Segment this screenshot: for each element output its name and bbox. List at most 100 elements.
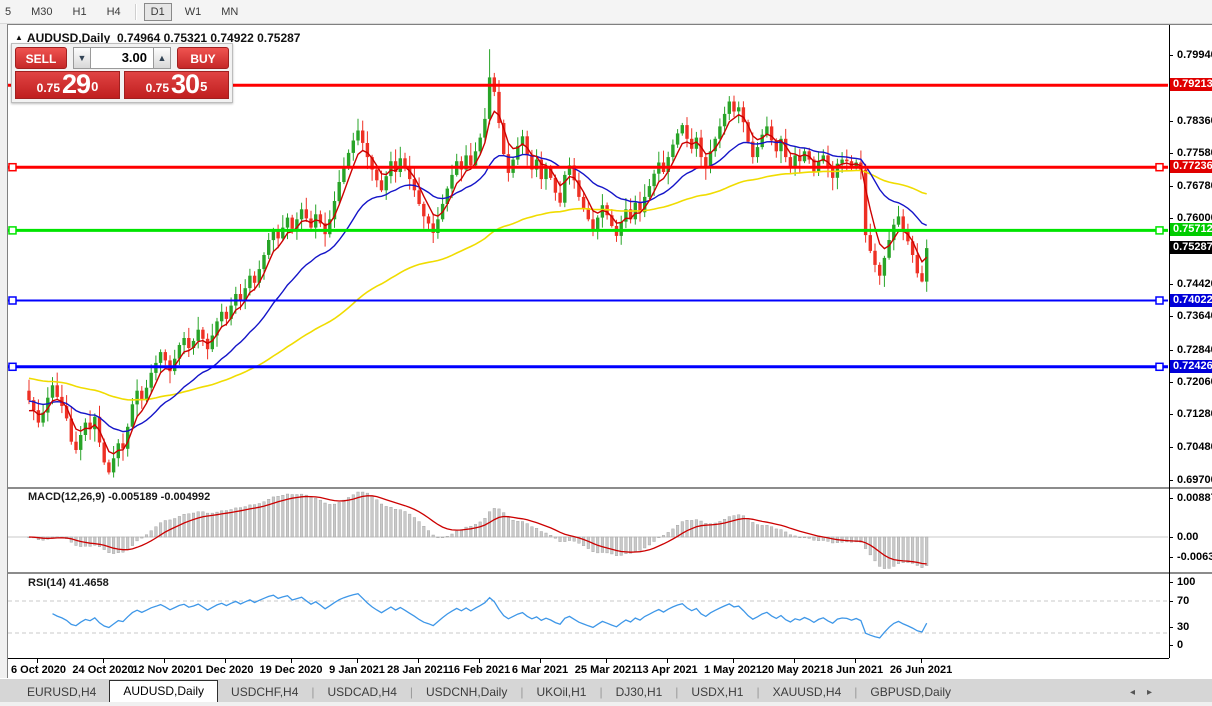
time-axis-tick — [225, 659, 226, 663]
time-axis-date-label: 8 Jun 2021 — [826, 664, 884, 676]
rsi-axis-label: 100 — [1177, 576, 1196, 588]
chart-window: ▲ AUDUSD,Daily 0.74964 0.75321 0.74922 0.… — [7, 24, 1212, 679]
price-axis-tick-label: 0.73640 — [1177, 310, 1212, 322]
time-axis-tick — [606, 659, 607, 663]
time-axis-date-label: 26 Jun 2021 — [889, 664, 953, 676]
price-axis-tick-label: 0.72840 — [1177, 344, 1212, 356]
time-axis-tick — [855, 659, 856, 663]
macd-label: MACD(12,26,9) -0.005189 -0.004992 — [28, 491, 211, 503]
hline-price-label: 0.77236 — [1170, 160, 1212, 173]
time-axis-tick — [103, 659, 104, 663]
buy-price[interactable]: 0.75 30 5 — [124, 71, 229, 99]
symbol-arrow-icon: ▲ — [15, 33, 23, 42]
hline-price-label: 0.72426 — [1170, 360, 1212, 373]
one-click-trade-panel: SELL ▼ 3.00 ▲ BUY 0.75 29 0 0.75 30 5 — [11, 43, 233, 103]
time-axis-date-label: 28 Jan 2021 — [387, 664, 449, 676]
volume-decrease-button[interactable]: ▼ — [73, 47, 91, 69]
price-axis-tick-label: 0.76000 — [1177, 212, 1212, 224]
bottom-strip — [0, 702, 1212, 706]
sell-button[interactable]: SELL — [15, 47, 67, 69]
toolbar-separator — [134, 3, 137, 20]
sell-price[interactable]: 0.75 29 0 — [15, 71, 120, 99]
timeframe-button-d1[interactable]: D1 — [143, 2, 172, 21]
time-axis-tick — [667, 659, 668, 663]
price-axis-tick-label: 0.78360 — [1177, 115, 1212, 127]
macd-axis-label: 0.008871 — [1177, 492, 1212, 504]
time-axis[interactable]: 6 Oct 2020 24 Oct 2020 12 Nov 2020 1 Dec 20… — [8, 658, 1212, 678]
price-axis-tick-label: 0.72060 — [1177, 376, 1212, 388]
time-axis-date-label: 20 May 2021 — [761, 664, 827, 676]
timeframe-button-mn[interactable]: MN — [214, 3, 245, 21]
time-axis-tick — [164, 659, 165, 663]
timeframe-button-m30[interactable]: M30 — [24, 3, 59, 21]
macd-axis-label: -0.00632 — [1177, 551, 1212, 563]
tab-scroll-left-icon[interactable]: ◂ — [1130, 687, 1147, 698]
tab-gbpusd-daily[interactable]: GBPUSD,Daily — [857, 682, 964, 703]
timeframe-button-h4[interactable]: H4 — [100, 3, 128, 21]
tab-usdcnh-daily[interactable]: USDCNH,Daily — [413, 682, 520, 703]
tab-scroll-arrows: ◂▸ — [1130, 687, 1164, 703]
rsi-axis-label: 70 — [1177, 595, 1190, 607]
timeframe-button-5[interactable]: 5 — [0, 3, 18, 21]
time-axis-tick — [357, 659, 358, 663]
time-axis-tick — [540, 659, 541, 663]
time-axis-date-label: 13 Apr 2021 — [636, 664, 698, 676]
price-axis-tick-label: 0.76780 — [1177, 180, 1212, 192]
timeframe-toolbar: 5 M30 H1 H4 D1 W1 MN — [0, 0, 1212, 24]
sell-price-big: 29 — [62, 69, 91, 99]
volume-field[interactable]: 3.00 — [91, 47, 153, 69]
time-axis-tick — [733, 659, 734, 663]
time-axis-tick — [37, 659, 38, 663]
buy-button[interactable]: BUY — [177, 47, 229, 69]
time-axis-tick — [794, 659, 795, 663]
tab-ukoil-h1[interactable]: UKOil,H1 — [523, 682, 599, 703]
time-axis-date-label: 6 Mar 2021 — [511, 664, 569, 676]
current-price-label: 0.75287 — [1170, 241, 1212, 254]
time-axis-date-label: 1 May 2021 — [703, 664, 763, 676]
time-axis-tick — [418, 659, 419, 663]
tab-usdchf-h4[interactable]: USDCHF,H4 — [218, 682, 311, 703]
time-axis-date-label: 6 Oct 2020 — [11, 664, 67, 676]
time-axis-date-label: 16 Feb 2021 — [447, 664, 511, 676]
hline-price-label: 0.79213 — [1170, 78, 1212, 91]
price-axis-line — [1169, 25, 1170, 658]
chart-tab-bar: EURUSD,H4 AUDUSD,Daily USDCHF,H4 | USDCAD,H4… — [0, 678, 1212, 703]
price-axis-tick-label: 0.70480 — [1177, 441, 1212, 453]
timeframe-button-h1[interactable]: H1 — [66, 3, 94, 21]
mt4-window: 5 M30 H1 H4 D1 W1 MN ▲ AUDUSD,Daily 0.74964 0.7… — [0, 0, 1212, 706]
time-axis-date-label: 1 Dec 2020 — [196, 664, 254, 676]
tab-usdcad-h4[interactable]: USDCAD,H4 — [315, 682, 410, 703]
price-axis-tick-label: 0.77580 — [1177, 147, 1212, 159]
time-axis-date-label: 24 Oct 2020 — [72, 664, 134, 676]
buy-price-small: 0.75 — [145, 81, 170, 95]
time-axis-tick — [921, 659, 922, 663]
timeframe-button-w1[interactable]: W1 — [178, 3, 209, 21]
buy-price-big: 30 — [171, 69, 200, 99]
tab-xauusd-h4[interactable]: XAUUSD,H4 — [760, 682, 855, 703]
time-axis-date-label: 9 Jan 2021 — [329, 664, 385, 676]
price-axis-tick-label: 0.69700 — [1177, 474, 1212, 486]
hline-price-label: 0.75712 — [1170, 223, 1212, 236]
rsi-axis-label: 30 — [1177, 621, 1190, 633]
rsi-axis-label: 0 — [1177, 639, 1184, 651]
tab-scroll-right-icon[interactable]: ▸ — [1147, 687, 1164, 698]
tab-eurusd-h4[interactable]: EURUSD,H4 — [14, 682, 109, 703]
price-axis-tick-label: 0.79940 — [1177, 49, 1212, 61]
buy-price-sup: 5 — [200, 79, 208, 94]
time-axis-date-label: 12 Nov 2020 — [132, 664, 196, 676]
price-axis-tick-label: 0.74420 — [1177, 278, 1212, 290]
volume-increase-button[interactable]: ▲ — [153, 47, 171, 69]
time-axis-tick — [291, 659, 292, 663]
time-axis-date-label: 19 Dec 2020 — [259, 664, 323, 676]
rsi-panel-canvas[interactable] — [8, 574, 1169, 658]
tab-audusd-daily[interactable]: AUDUSD,Daily — [109, 680, 219, 703]
sell-price-sup: 0 — [91, 79, 99, 94]
time-axis-tick — [479, 659, 480, 663]
time-axis-date-label: 25 Mar 2021 — [574, 664, 638, 676]
sell-price-small: 0.75 — [36, 81, 61, 95]
price-axis-tick-label: 0.71280 — [1177, 408, 1212, 420]
rsi-label: RSI(14) 41.4658 — [28, 577, 109, 589]
hline-price-label: 0.74022 — [1170, 294, 1212, 307]
tab-dj30-h1[interactable]: DJ30,H1 — [603, 682, 676, 703]
tab-usdx-h1[interactable]: USDX,H1 — [678, 682, 756, 703]
